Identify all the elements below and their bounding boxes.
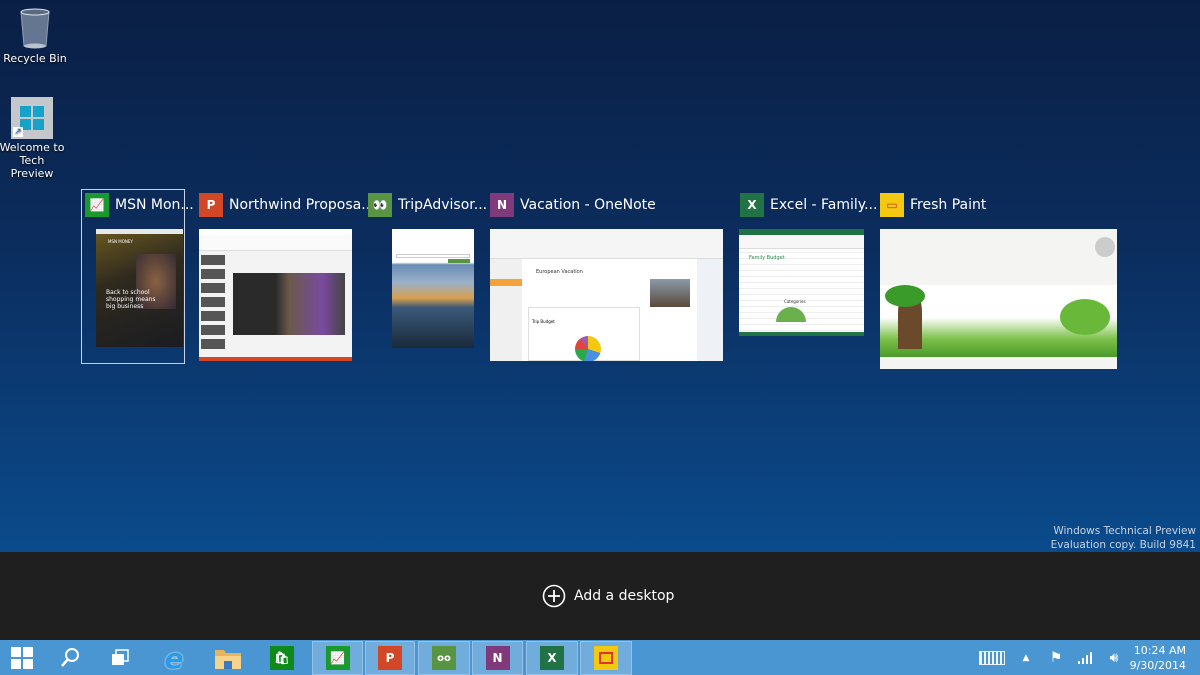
thumb-text: Back to school shopping means big busine… [106,289,156,310]
tripadvisor-icon: oo [432,646,456,670]
window-title: Vacation - OneNote [520,197,656,213]
chevron-up-icon: ▲ [1022,652,1030,663]
desktop-icon-label: Welcome to Tech Preview [0,141,65,180]
thumb-text: Trip Budget [532,319,555,324]
taskbar-excel[interactable]: X [526,641,578,675]
taskbar-msn-money[interactable]: 📈 [312,641,363,675]
internet-explorer-icon: e [164,641,184,675]
touch-keyboard-button[interactable] [976,640,1008,675]
window-thumbnail-tripadvisor[interactable] [392,229,474,348]
powerpoint-icon: P [199,193,223,217]
watermark-line: Windows Technical Preview [1053,525,1196,537]
thumb-text: European Vacation [536,269,583,275]
window-title: Northwind Proposa... [229,197,375,213]
msn-money-icon: 📈 [325,646,350,670]
show-hidden-icons-button[interactable]: ▲ [1016,640,1036,675]
desktop-icon-recycle-bin[interactable]: Recycle Bin [0,6,70,65]
recycle-bin-icon [20,8,50,49]
folder-icon [215,650,241,669]
desktop-icon-label: Recycle Bin [3,52,67,65]
onenote-icon: N [485,646,510,670]
clock[interactable]: 10:24 AM 9/30/2014 [1130,643,1186,673]
windows-start-icon [11,647,33,669]
thumb-text: Categories [784,299,806,304]
network-button[interactable] [1074,640,1098,675]
clock-time: 10:24 AM [1133,644,1186,657]
signal-icon [1078,651,1092,664]
internet-explorer-button[interactable]: e [152,641,196,675]
onenote-icon: N [490,193,514,217]
add-desktop-button[interactable]: Add a desktop [542,584,674,608]
excel-icon: X [740,193,764,217]
plus-circle-icon [542,584,566,608]
window-thumbnail-msn[interactable]: MSN MONEY Back to school shopping means … [96,229,183,347]
search-button[interactable] [48,641,92,675]
window-title: Fresh Paint [910,197,987,213]
taskbar-tripadvisor[interactable]: oo [418,641,470,675]
fresh-paint-icon [594,646,618,670]
window-thumbnail-fresh-paint[interactable] [880,229,1117,369]
excel-icon: X [540,646,564,670]
window-thumbnail-onenote[interactable]: European Vacation Trip Budget [490,229,723,361]
store-button[interactable]: 🛍 [260,641,304,675]
action-center-button[interactable]: ⚑ [1044,640,1068,675]
thumb-text: Family Budget [749,255,785,261]
window-thumbnail-excel[interactable]: Family Budget Categories [739,229,864,336]
tripadvisor-icon: 👀 [368,193,392,217]
taskbar: e 🛍 📈 P oo N X ▲ ⚑ 🔊︎ 10:24 AM 9/30/2014 [0,640,1200,675]
taskbar-powerpoint[interactable]: P [365,641,415,675]
search-icon [61,648,79,667]
speaker-icon: 🔊︎ [1109,649,1119,666]
keyboard-icon [979,650,1005,665]
taskbar-fresh-paint[interactable] [580,641,632,675]
task-view-button[interactable] [98,641,142,675]
window-thumbnail-powerpoint[interactable] [199,229,352,361]
powerpoint-icon: P [378,646,402,670]
file-explorer-button[interactable] [206,641,250,675]
flag-icon: ⚑ [1049,649,1063,666]
desktop-icon-welcome[interactable]: ↗ Welcome to Tech Preview [0,97,67,180]
task-view-icon [112,649,129,665]
window-title: TripAdvisor... [398,197,488,213]
clock-date: 9/30/2014 [1129,659,1186,672]
store-icon: 🛍 [270,646,294,670]
desktop: Recycle Bin ↗ Welcome to Tech Preview 📈 M… [0,0,1200,552]
window-title: MSN Mon... [115,197,194,213]
window-title: Excel - Family... [770,197,878,213]
windows-logo-icon: ↗ [11,97,53,139]
add-desktop-label: Add a desktop [574,588,675,604]
evaluation-watermark: Windows Technical Preview Evaluation cop… [1051,524,1196,552]
fresh-paint-icon: ▭ [880,193,904,217]
watermark-line: Evaluation copy. Build 9841 [1050,539,1196,551]
start-button[interactable] [0,641,44,675]
volume-button[interactable]: 🔊︎ [1102,640,1126,675]
msn-money-icon: 📈 [85,193,109,217]
thumb-text: MSN MONEY [108,239,133,244]
taskbar-onenote[interactable]: N [472,641,523,675]
